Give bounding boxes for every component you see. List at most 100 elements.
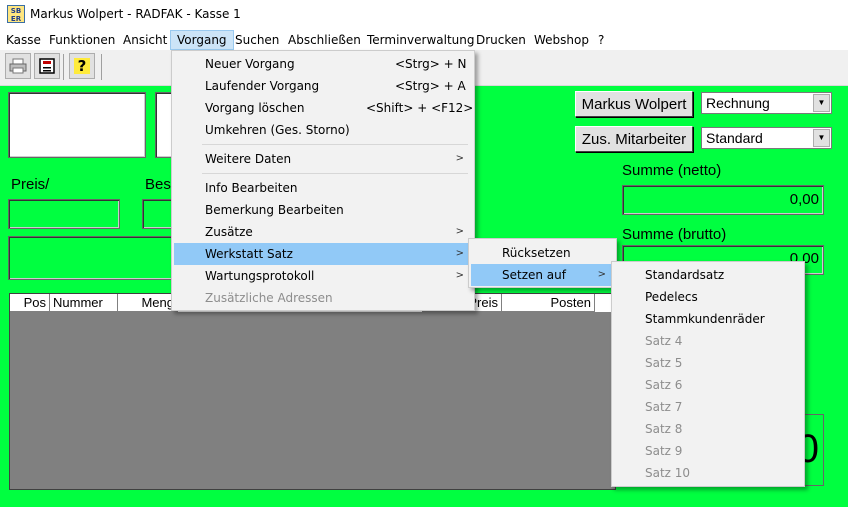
menu-weitere-daten[interactable]: Weitere Daten > — [174, 148, 472, 170]
menu-item-label: Pedelecs — [645, 290, 698, 304]
menu-webshop[interactable]: Webshop — [528, 30, 595, 50]
menu-vorgang[interactable]: Vorgang — [170, 30, 234, 50]
menu-satz-9: Satz 9 — [614, 440, 802, 462]
menu-item-label: Wartungsprotokoll — [205, 269, 315, 283]
menu-item-label: Werkstatt Satz — [205, 247, 293, 261]
menu-kasse[interactable]: Kasse — [0, 30, 47, 50]
menu-item-label: Satz 5 — [645, 356, 683, 370]
menu-item-label: Satz 6 — [645, 378, 683, 392]
preis-field[interactable] — [8, 199, 120, 229]
bes-field[interactable] — [142, 199, 174, 229]
menu-vorgang-loeschen[interactable]: Vorgang löschen <Shift> + <F12> — [174, 97, 474, 119]
preis-label: Preis/ — [11, 176, 50, 193]
menu-item-shortcut: <Shift> + <F12> — [366, 101, 474, 115]
menu-wartungsprotokoll[interactable]: Wartungsprotokoll > — [174, 265, 472, 287]
menu-drucken[interactable]: Drucken — [470, 30, 532, 50]
menu-zusaetze[interactable]: Zusätze > — [174, 221, 472, 243]
menu-ansicht[interactable]: Ansicht — [117, 30, 173, 50]
menu-item-shortcut: <Strg> + N — [395, 57, 467, 71]
menu-item-shortcut: <Strg> + A — [395, 79, 466, 93]
menu-item-label: Umkehren (Ges. Storno) — [205, 123, 350, 137]
setzen-auf-submenu: Standardsatz Pedelecs Stammkundenräder S… — [611, 261, 805, 487]
zus-mitarbeiter-button[interactable]: Zus. Mitarbeiter — [575, 126, 693, 152]
menu-neuer-vorgang[interactable]: Neuer Vorgang <Strg> + N — [174, 53, 472, 75]
menu-item-label: Laufender Vorgang — [205, 79, 320, 93]
col-pos[interactable]: Pos — [10, 294, 50, 312]
summe-netto-value: 0,00 — [622, 185, 824, 215]
werkstatt-submenu: Rücksetzen Setzen auf > — [468, 238, 617, 288]
menu-item-label: Satz 8 — [645, 422, 683, 436]
title-bar: SB ER Markus Wolpert - RADFAK - Kasse 1 — [0, 0, 848, 30]
summe-netto-label: Summe (netto) — [622, 162, 722, 179]
menu-info-bearbeiten[interactable]: Info Bearbeiten — [174, 177, 472, 199]
price-level-select[interactable]: Standard ▼ — [701, 127, 832, 149]
menu-standardsatz[interactable]: Standardsatz — [614, 264, 802, 286]
menu-umkehren[interactable]: Umkehren (Ges. Storno) — [174, 119, 472, 141]
menu-item-label: Satz 10 — [645, 466, 691, 480]
vorgang-menu: Neuer Vorgang <Strg> + N Laufender Vorga… — [171, 50, 475, 311]
menu-item-label: Rücksetzen — [502, 246, 571, 260]
menu-satz-4: Satz 4 — [614, 330, 802, 352]
menu-satz-5: Satz 5 — [614, 352, 802, 374]
help-icon[interactable]: ? — [69, 53, 95, 79]
menu-funktionen[interactable]: Funktionen — [43, 30, 121, 50]
menu-item-label: Info Bearbeiten — [205, 181, 298, 195]
menu-help[interactable]: ? — [592, 30, 610, 50]
summe-brutto-label: Summe (brutto) — [622, 226, 727, 243]
menu-zusaetzliche-adressen: Zusätzliche Adressen — [174, 287, 472, 309]
app-icon[interactable]: SB ER — [7, 5, 25, 23]
chevron-right-icon: > — [455, 270, 464, 281]
price-level-value: Standard — [706, 130, 763, 146]
printer-icon[interactable] — [5, 53, 31, 79]
toolbar-separator — [101, 54, 102, 80]
chevron-down-icon[interactable]: ▼ — [813, 94, 830, 112]
menu-bemerkung-bearbeiten[interactable]: Bemerkung Bearbeiten — [174, 199, 472, 221]
menu-item-label: Stammkundenräder — [645, 312, 765, 326]
menu-item-label: Standardsatz — [645, 268, 725, 282]
col-menge[interactable]: Meng — [118, 294, 178, 312]
customer-box[interactable] — [8, 92, 146, 158]
menu-item-label: Setzen auf — [502, 268, 566, 282]
menu-item-label: Zusätzliche Adressen — [205, 291, 333, 305]
menu-item-label: Satz 4 — [645, 334, 683, 348]
menu-item-label: Weitere Daten — [205, 152, 292, 166]
doc-type-value: Rechnung — [706, 95, 770, 111]
menu-laufender-vorgang[interactable]: Laufender Vorgang <Strg> + A — [174, 75, 472, 97]
menu-satz-7: Satz 7 — [614, 396, 802, 418]
menu-satz-8: Satz 8 — [614, 418, 802, 440]
menu-item-label: Zusätze — [205, 225, 253, 239]
chevron-right-icon: > — [455, 226, 464, 237]
menu-item-label: Satz 9 — [645, 444, 683, 458]
menu-satz-6: Satz 6 — [614, 374, 802, 396]
menu-separator — [202, 173, 468, 174]
toolbar-separator — [63, 54, 64, 80]
menu-ruecksetzen[interactable]: Rücksetzen — [471, 242, 614, 264]
window-title: Markus Wolpert - RADFAK - Kasse 1 — [30, 7, 241, 21]
bes-label: Bes — [145, 176, 171, 193]
menu-separator — [202, 144, 468, 145]
menu-satz-10: Satz 10 — [614, 462, 802, 484]
chevron-right-icon: > — [455, 248, 464, 259]
employee-button[interactable]: Markus Wolpert — [575, 91, 693, 117]
menu-item-label: Bemerkung Bearbeiten — [205, 203, 344, 217]
menu-pedelecs[interactable]: Pedelecs — [614, 286, 802, 308]
menu-werkstatt-satz[interactable]: Werkstatt Satz > — [174, 243, 472, 265]
menu-abschliessen[interactable]: Abschließen — [282, 30, 367, 50]
menu-suchen[interactable]: Suchen — [229, 30, 285, 50]
save-icon[interactable] — [34, 53, 60, 79]
article-field[interactable] — [8, 236, 176, 280]
help-glyph: ? — [73, 58, 91, 74]
chevron-down-icon[interactable]: ▼ — [813, 129, 830, 147]
doc-type-select[interactable]: Rechnung ▼ — [701, 92, 832, 114]
menu-terminverwaltung[interactable]: Terminverwaltung — [361, 30, 480, 50]
menu-item-label: Satz 7 — [645, 400, 683, 414]
menu-stammkundenraeder[interactable]: Stammkundenräder — [614, 308, 802, 330]
menu-item-label: Neuer Vorgang — [205, 57, 295, 71]
col-posten[interactable]: Posten — [502, 294, 595, 312]
menu-bar: Kasse Funktionen Ansicht Vorgang Suchen … — [0, 30, 848, 50]
col-nummer[interactable]: Nummer — [50, 294, 118, 312]
positions-grid[interactable]: Pos Nummer Meng Preis Posten — [9, 293, 616, 490]
menu-item-label: Vorgang löschen — [205, 101, 305, 115]
menu-setzen-auf[interactable]: Setzen auf > — [471, 264, 614, 286]
chevron-right-icon: > — [455, 153, 464, 164]
